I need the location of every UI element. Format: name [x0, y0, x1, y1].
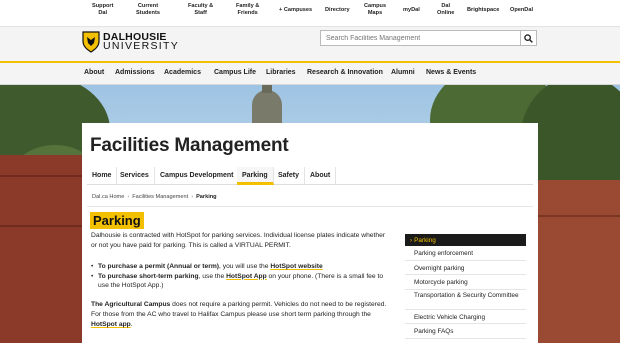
top-link-campuses[interactable]: + Campuses: [279, 7, 312, 14]
tab-parking[interactable]: Parking: [237, 167, 274, 185]
hotspot-app-link-2[interactable]: HotSpot app: [91, 321, 131, 328]
brick-course: [0, 225, 85, 227]
side-menu: › Parking Parking enforcement Overnight p…: [405, 234, 526, 339]
dalhousie-logo[interactable]: DALHOUSIE UNIVERSITY: [82, 31, 202, 57]
nav-libraries[interactable]: Libraries: [266, 69, 296, 76]
nav-campus-life[interactable]: Campus Life: [214, 69, 256, 76]
brick-building-left: [0, 155, 85, 343]
nav-research-innovation[interactable]: Research & Innovation: [307, 69, 383, 76]
top-link-current-students[interactable]: Current Students: [136, 3, 160, 17]
chevron-right-icon: ›: [410, 236, 413, 244]
permit-list: To purchase a permit (Annual or term), y…: [91, 262, 391, 291]
side-item-parking-enforcement[interactable]: Parking enforcement: [405, 246, 526, 261]
breadcrumb-divider: [87, 206, 533, 207]
search-button[interactable]: [520, 31, 536, 45]
hotspot-app-link[interactable]: HotSpot App: [226, 273, 267, 280]
logo-line-2: UNIVERSITY: [103, 40, 180, 52]
utility-bar: Support Dal Current Students Faculty & S…: [0, 0, 620, 27]
top-link-family-friends[interactable]: Family & Friends: [236, 3, 259, 17]
cupola: [262, 85, 272, 93]
site-title[interactable]: Facilities Management: [90, 135, 289, 157]
top-link-support-dal[interactable]: Support Dal: [92, 3, 113, 17]
bullet-lead: To purchase short-term parking: [98, 272, 199, 280]
main-nav: About Admissions Academics Campus Life L…: [0, 63, 620, 84]
nav-academics[interactable]: Academics: [164, 69, 201, 76]
side-item-overnight-parking[interactable]: Overnight parking: [405, 261, 526, 275]
top-link-faculty-staff[interactable]: Faculty & Staff: [188, 3, 213, 17]
search-input[interactable]: [321, 31, 521, 45]
side-item-label: Parking: [414, 236, 436, 244]
nav-admissions[interactable]: Admissions: [115, 69, 155, 76]
hotspot-website-link[interactable]: HotSpot website: [270, 263, 322, 270]
side-item-ev-charging[interactable]: Electric Vehicle Charging: [405, 310, 526, 324]
logo-wordmark: DALHOUSIE UNIVERSITY: [103, 32, 180, 52]
list-item: To purchase short-term parking, use the …: [91, 272, 391, 291]
brick-course: [0, 175, 85, 177]
side-item-transportation-security[interactable]: Transportation & Security Committee: [405, 290, 526, 310]
chevron-right-icon: ›: [127, 194, 130, 200]
agri-end: .: [130, 321, 133, 328]
tab-safety[interactable]: Safety: [273, 167, 306, 185]
chevron-right-icon: ›: [191, 194, 194, 200]
top-link-directory[interactable]: Directory: [325, 7, 350, 14]
side-item-parking[interactable]: › Parking: [405, 234, 526, 246]
side-item-parking-faqs[interactable]: Parking FAQs: [405, 324, 526, 339]
top-link-opendal[interactable]: OpenDal: [510, 7, 533, 14]
dome: [252, 90, 282, 125]
tab-campus-development[interactable]: Campus Development: [155, 167, 240, 185]
top-link-mydal[interactable]: myDal: [403, 7, 420, 14]
side-item-motorcycle-parking[interactable]: Motorcycle parking: [405, 275, 526, 290]
content-panel: Facilities Management Home Services Camp…: [82, 123, 538, 343]
bullet-text: , use the: [198, 272, 227, 280]
search-box: [320, 30, 537, 46]
list-item: To purchase a permit (Annual or term), y…: [91, 262, 391, 272]
breadcrumb-current: Parking: [196, 194, 217, 200]
brick-building-right: [538, 180, 620, 343]
agri-lead: The Agricultural Campus: [91, 301, 171, 308]
tab-services[interactable]: Services: [115, 167, 155, 185]
top-link-campus-maps[interactable]: Campus Maps: [364, 3, 386, 17]
bullet-lead: To purchase a permit (Annual or term): [98, 263, 220, 270]
site-header: DALHOUSIE UNIVERSITY: [0, 27, 620, 61]
nav-alumni[interactable]: Alumni: [391, 69, 415, 76]
brick-course: [538, 215, 620, 217]
top-link-dal-online[interactable]: Dal Online: [437, 3, 454, 17]
page-title: Parking: [90, 212, 144, 229]
nav-news-events[interactable]: News & Events: [426, 69, 476, 76]
search-icon: [524, 33, 533, 43]
breadcrumb: Dal.ca Home › Facilities Management › Parkin…: [92, 194, 217, 200]
top-link-brightspace[interactable]: Brightspace: [467, 7, 499, 14]
tab-home[interactable]: Home: [87, 167, 118, 185]
nav-about[interactable]: About: [84, 69, 104, 76]
breadcrumb-section[interactable]: Facilities Management: [132, 194, 188, 200]
breadcrumb-home[interactable]: Dal.ca Home: [92, 194, 124, 200]
agricultural-campus-text: The Agricultural Campus does not require…: [91, 300, 391, 330]
bullet-text: , you will use the: [219, 263, 271, 270]
section-nav: Home Services Campus Development Parking…: [87, 167, 533, 185]
tab-about[interactable]: About: [305, 167, 337, 185]
shield-icon: [82, 31, 100, 53]
intro-text: Dalhousie is contracted with HotSpot for…: [91, 232, 386, 249]
